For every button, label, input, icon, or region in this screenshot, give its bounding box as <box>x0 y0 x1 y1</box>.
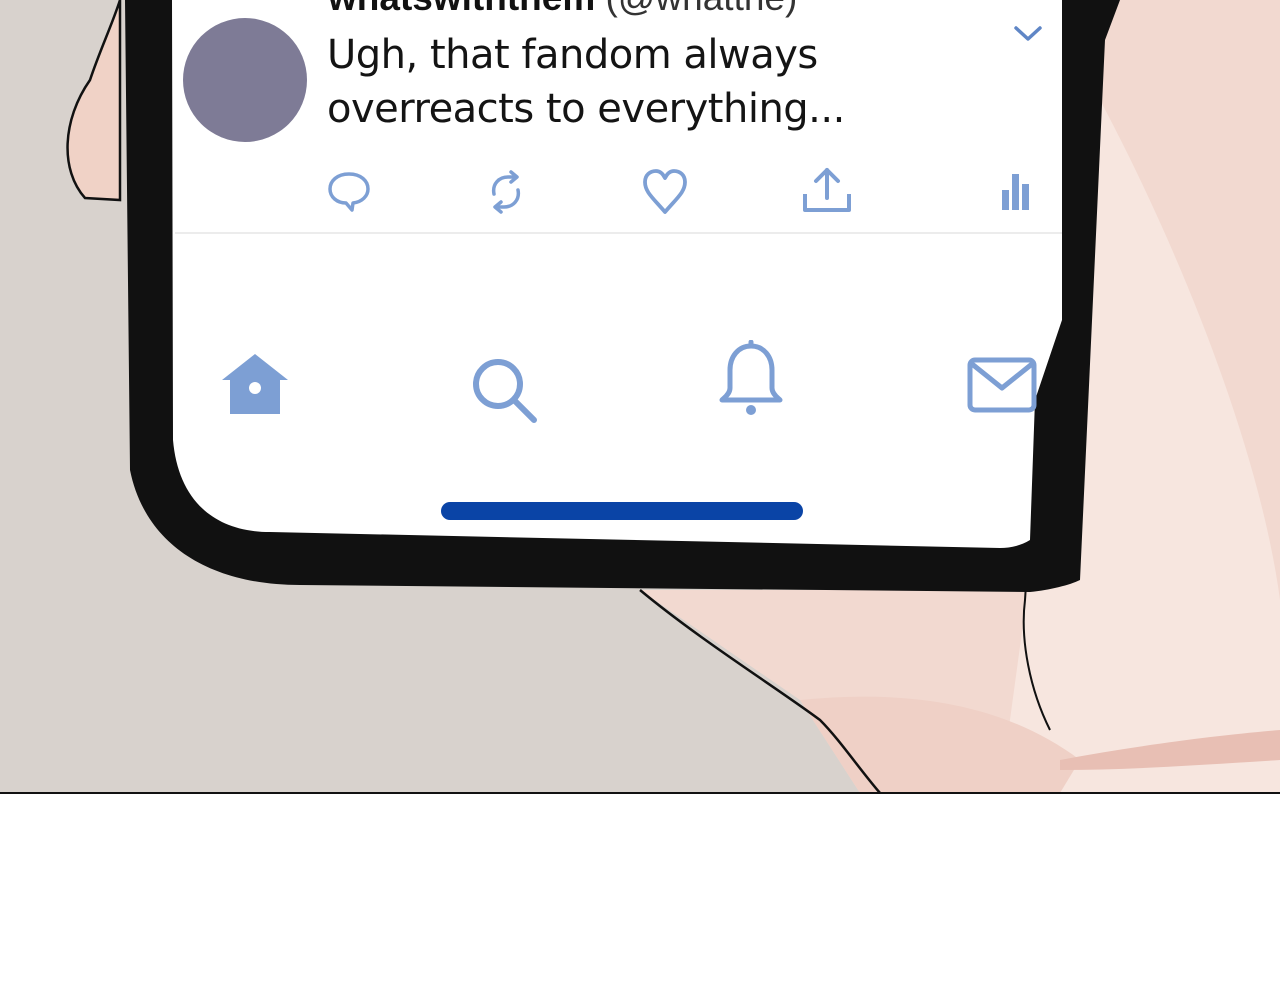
share-upload-icon[interactable] <box>801 166 853 214</box>
chevron-down-icon[interactable] <box>1012 24 1044 44</box>
search-icon[interactable] <box>470 356 540 426</box>
bar-chart-icon[interactable] <box>1000 170 1032 212</box>
home-indicator[interactable] <box>441 502 803 520</box>
home-icon[interactable] <box>220 352 290 416</box>
retweet-icon[interactable] <box>484 170 528 214</box>
bell-icon[interactable] <box>716 340 786 418</box>
tweet-header: whatswiththem (@whatthe) <box>328 0 797 20</box>
illustration-background <box>0 0 1280 794</box>
avatar[interactable] <box>183 18 307 142</box>
tweet-text: Ugh, that fandom always overreacts to ev… <box>327 32 845 132</box>
envelope-icon[interactable] <box>966 356 1038 414</box>
tweet-username[interactable]: whatswiththem <box>328 0 595 18</box>
heart-icon[interactable] <box>641 168 689 216</box>
speech-bubble-icon[interactable] <box>326 170 372 214</box>
tweet-handle: (@whatthe) <box>606 0 798 18</box>
